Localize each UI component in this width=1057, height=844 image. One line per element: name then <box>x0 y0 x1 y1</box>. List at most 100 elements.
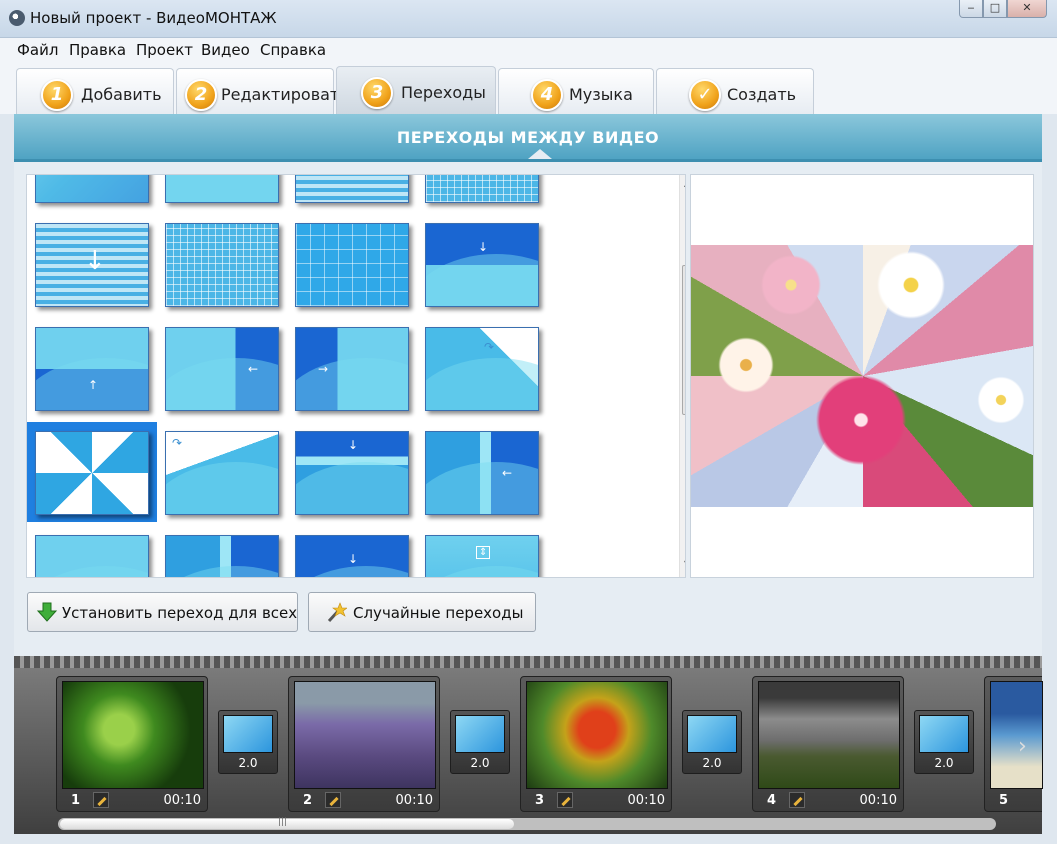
tab-create[interactable]: ✓ Создать <box>656 68 814 114</box>
transition-thumbnail <box>223 715 273 753</box>
transition-duration: 2.0 <box>934 756 954 770</box>
tab-bar: 1 Добавить 2 Редактировать 3 Переходы 4 … <box>0 62 1057 114</box>
timeline-clip[interactable]: 2 00:10 <box>288 676 440 812</box>
transition-thumbnail <box>455 715 505 753</box>
arrow-left-icon: ← <box>248 362 259 376</box>
arrow-up-icon: ↑ <box>88 378 99 392</box>
gallery-scrollbar[interactable]: ▲ ≡ ▼ <box>679 175 685 577</box>
curl-arrow-icon: ↷ <box>484 340 495 354</box>
rotate-arrow-icon: ↷ <box>112 476 123 490</box>
transition-slide-up[interactable]: ↑ <box>35 327 149 411</box>
transition-duration: 2.0 <box>238 756 258 770</box>
clip-thumbnail <box>758 681 900 789</box>
magic-wand-icon <box>327 602 347 623</box>
arrow-down-icon: ↓ <box>348 552 359 566</box>
clip-duration: 00:10 <box>859 793 897 808</box>
pencil-icon[interactable] <box>93 792 109 808</box>
flower-shape <box>801 375 921 465</box>
tab-music[interactable]: 4 Музыка <box>498 68 654 114</box>
transition-duration: 2.0 <box>470 756 490 770</box>
transition-thumb[interactable] <box>165 535 279 577</box>
window-title: Новый проект - ВидеоМОНТАЖ <box>30 9 277 27</box>
transition-barn-door-down[interactable]: ↓ <box>295 431 409 515</box>
scroll-down-icon[interactable]: ▼ <box>684 559 685 568</box>
storyboard-timeline: 1 00:10 2.0 2 00:10 2.0 3 00:10 2.0 4 00… <box>14 656 1043 834</box>
timeline-transition[interactable]: 2.0 <box>450 710 510 774</box>
transition-thumb[interactable]: ⇕ <box>425 535 539 577</box>
transition-thumb[interactable] <box>295 175 409 203</box>
workspace: ↓ ↓ ↑ ← → ↷ ↶ ↷ ↶ ↷ ↷ ↓ ← ↓ ⇕ Установить… <box>14 162 1042 656</box>
timeline-clip[interactable]: 4 00:10 <box>752 676 904 812</box>
menu-project[interactable]: Проект <box>136 41 193 59</box>
step-3-icon: 3 <box>361 77 393 109</box>
timeline-scroll-thumb[interactable]: ||| <box>60 817 514 829</box>
transition-slide-left[interactable]: ← <box>165 327 279 411</box>
transitions-gallery: ↓ ↓ ↑ ← → ↷ ↶ ↷ ↶ ↷ ↷ ↓ ← ↓ ⇕ <box>26 174 686 578</box>
timeline-clip[interactable]: 5 <box>984 676 1043 812</box>
timeline-clip[interactable]: 3 00:10 <box>520 676 672 812</box>
transition-wipe-down-stripes[interactable]: ↓ <box>35 223 149 307</box>
arrow-down-icon: ↓ <box>84 246 106 276</box>
tab-add[interactable]: 1 Добавить <box>16 68 174 114</box>
timeline-transition[interactable]: 2.0 <box>914 710 974 774</box>
app-icon <box>9 10 25 26</box>
transition-pinwheel[interactable]: ↶ ↷ ↶ ↷ <box>35 431 149 515</box>
scroll-up-icon[interactable]: ▲ <box>684 179 685 188</box>
maximize-icon: □ <box>989 1 1001 14</box>
apply-to-all-button[interactable]: Установить переход для всех <box>27 592 298 632</box>
timeline-transition[interactable]: 2.0 <box>682 710 742 774</box>
menu-edit[interactable]: Правка <box>69 41 126 59</box>
minimize-button[interactable]: ‒ <box>959 0 983 18</box>
step-4-icon: 4 <box>531 79 563 111</box>
menu-help[interactable]: Справка <box>260 41 326 59</box>
scroll-right-icon[interactable]: › <box>1018 734 1027 759</box>
pencil-icon[interactable] <box>325 792 341 808</box>
transition-thumbnail <box>919 715 969 753</box>
checkmark-icon: ✓ <box>689 79 721 111</box>
transition-thumb[interactable] <box>35 535 149 577</box>
tab-create-label: Создать <box>727 85 797 104</box>
tab-transitions-label: Переходы <box>401 83 486 102</box>
transition-page-curl[interactable]: ↷ <box>425 327 539 411</box>
transition-mosaic[interactable] <box>295 223 409 307</box>
clip-thumbnail <box>62 681 204 789</box>
close-icon: ✕ <box>1022 1 1032 14</box>
maximize-button[interactable]: □ <box>983 0 1007 18</box>
transition-thumb[interactable] <box>165 175 279 203</box>
transition-thumb[interactable]: ↓ <box>295 535 409 577</box>
timeline-scrollbar[interactable]: ||| <box>58 817 996 830</box>
transition-grid-dissolve[interactable] <box>165 223 279 307</box>
timeline-transition[interactable]: 2.0 <box>218 710 278 774</box>
clip-thumbnail <box>990 681 1043 789</box>
pencil-icon[interactable] <box>557 792 573 808</box>
transition-thumb[interactable] <box>425 175 539 203</box>
clip-thumbnail <box>294 681 436 789</box>
preview-image <box>691 245 1033 507</box>
timeline-clip[interactable]: 1 00:10 <box>56 676 208 812</box>
tab-edit-label: Редактировать <box>221 85 349 104</box>
random-transitions-label: Случайные переходы <box>353 604 524 622</box>
step-2-icon: 2 <box>185 79 217 111</box>
transition-thumb[interactable] <box>35 175 149 203</box>
transition-slide-right[interactable]: → <box>295 327 409 411</box>
header-notch <box>528 149 552 159</box>
tab-edit[interactable]: 2 Редактировать <box>176 68 349 114</box>
close-button[interactable]: ✕ <box>1007 0 1047 18</box>
clip-number: 5 <box>999 793 1009 808</box>
scroll-thumb[interactable]: ≡ <box>682 265 685 415</box>
clip-duration: 00:10 <box>627 793 665 808</box>
flower-shape <box>971 375 1031 425</box>
tab-transitions[interactable]: 3 Переходы <box>336 66 496 114</box>
rotate-arrow-icon: ↷ <box>102 446 113 460</box>
menu-video[interactable]: Видео <box>201 41 250 59</box>
pencil-icon[interactable] <box>789 792 805 808</box>
transition-diagonal-wipe[interactable]: ↷ <box>165 431 279 515</box>
transition-slide-down[interactable]: ↓ <box>425 223 539 307</box>
apply-to-all-label: Установить переход для всех <box>62 604 298 622</box>
section-header: ПЕРЕХОДЫ МЕЖДУ ВИДЕО <box>14 114 1042 162</box>
flower-shape <box>871 245 951 325</box>
random-transitions-button[interactable]: Случайные переходы <box>308 592 536 632</box>
transition-barn-door-left[interactable]: ← <box>425 431 539 515</box>
rotate-arrow-icon: ↶ <box>74 484 85 498</box>
menu-file[interactable]: Файл <box>17 41 58 59</box>
